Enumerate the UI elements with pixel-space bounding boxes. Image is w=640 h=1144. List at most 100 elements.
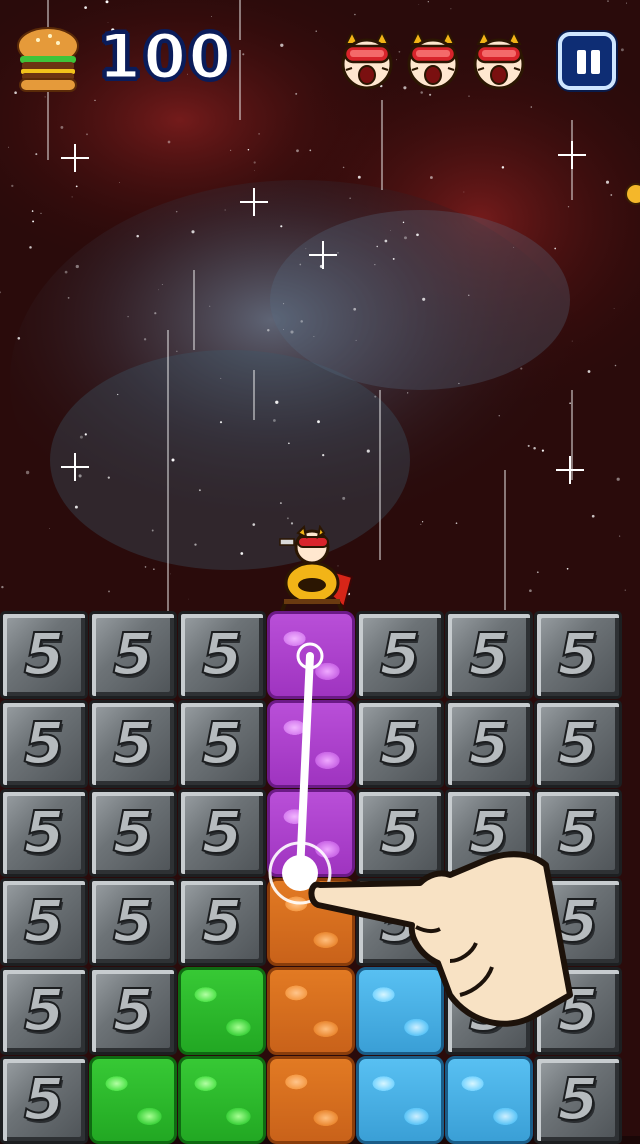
steel-block-5[interactable]: 5	[89, 967, 177, 1055]
star	[118, 182, 120, 183]
star	[84, 433, 87, 436]
star	[420, 523, 422, 526]
star	[211, 16, 212, 17]
blue-gel-block[interactable]	[356, 1056, 444, 1144]
star	[198, 489, 201, 492]
steel-block-5[interactable]: 5	[356, 700, 444, 788]
pause-icon	[577, 50, 586, 74]
green-gel-block[interactable]	[89, 1056, 177, 1144]
pointing-hand-icon	[300, 845, 580, 1045]
star	[136, 234, 139, 238]
star	[67, 297, 70, 299]
block-number: 5	[112, 708, 154, 778]
star	[571, 340, 573, 342]
star	[295, 92, 298, 95]
star	[79, 435, 83, 439]
steel-block-5[interactable]: 5	[534, 611, 622, 699]
block-number: 5	[557, 1064, 599, 1134]
steel-block-5[interactable]: 5	[0, 700, 88, 788]
steel-block-5[interactable]: 5	[534, 1056, 622, 1144]
star	[463, 191, 465, 193]
orange-gel-block[interactable]	[267, 1056, 355, 1144]
star	[587, 370, 591, 373]
star	[279, 502, 282, 505]
star	[194, 543, 197, 546]
steel-block-5[interactable]: 5	[178, 700, 266, 788]
steel-block-5[interactable]: 5	[178, 611, 266, 699]
steel-block-5[interactable]: 5	[0, 1056, 88, 1144]
steel-block-5[interactable]: 5	[89, 789, 177, 877]
star	[616, 477, 620, 481]
star	[242, 53, 245, 56]
star	[8, 146, 10, 148]
star	[32, 220, 35, 223]
steel-block-5[interactable]: 5	[0, 967, 88, 1055]
star	[252, 523, 256, 526]
star	[280, 43, 284, 47]
star	[624, 589, 626, 591]
star	[176, 350, 178, 352]
star	[498, 415, 500, 417]
star	[283, 303, 285, 305]
block-number: 5	[201, 619, 243, 689]
star	[605, 180, 610, 184]
steel-block-5[interactable]: 5	[356, 611, 444, 699]
star	[94, 99, 96, 102]
star	[64, 270, 68, 274]
steel-block-5[interactable]: 5	[534, 700, 622, 788]
star	[357, 175, 361, 179]
star	[407, 392, 409, 394]
block-number: 5	[112, 619, 154, 689]
star	[450, 8, 452, 10]
star	[31, 210, 34, 212]
star	[398, 50, 401, 53]
burger-icon	[12, 24, 84, 94]
steel-block-5[interactable]: 5	[445, 700, 533, 788]
star	[240, 552, 244, 555]
steel-block-5[interactable]: 5	[0, 878, 88, 966]
star	[153, 568, 155, 570]
block-number: 5	[201, 708, 243, 778]
star	[258, 133, 260, 135]
star	[541, 449, 545, 452]
star	[342, 496, 346, 500]
green-gel-block[interactable]	[178, 1056, 266, 1144]
star	[313, 336, 315, 337]
steel-block-5[interactable]: 5	[89, 611, 177, 699]
star	[342, 166, 345, 169]
steel-block-5[interactable]: 5	[89, 878, 177, 966]
star	[376, 245, 378, 248]
star	[275, 400, 279, 404]
steel-block-5[interactable]: 5	[0, 611, 88, 699]
block-number: 5	[557, 619, 599, 689]
star	[614, 364, 617, 367]
star	[253, 161, 256, 164]
steel-block-5[interactable]: 5	[178, 878, 266, 966]
star	[171, 458, 175, 462]
purple-gel-block[interactable]	[267, 611, 355, 699]
steel-block-5[interactable]: 5	[445, 611, 533, 699]
star	[144, 566, 147, 568]
star	[554, 247, 557, 250]
steel-block-5[interactable]: 5	[0, 789, 88, 877]
star	[626, 2, 628, 4]
score-counter: 100	[96, 19, 234, 95]
blue-gel-block[interactable]	[445, 1056, 533, 1144]
purple-gel-block[interactable]	[267, 700, 355, 788]
star	[17, 337, 21, 340]
steel-block-5[interactable]: 5	[178, 789, 266, 877]
block-number: 5	[23, 1064, 65, 1134]
star	[610, 194, 613, 196]
enemy-peek	[624, 182, 640, 206]
star	[520, 367, 523, 370]
star	[11, 184, 14, 188]
star	[105, 0, 109, 4]
block-number: 5	[112, 975, 154, 1045]
pause-button[interactable]	[558, 32, 616, 90]
star	[355, 339, 357, 341]
star	[44, 96, 46, 98]
star	[280, 225, 283, 228]
steel-block-5[interactable]: 5	[89, 700, 177, 788]
green-gel-block[interactable]	[178, 967, 266, 1055]
pause-icon-bar	[591, 50, 600, 74]
